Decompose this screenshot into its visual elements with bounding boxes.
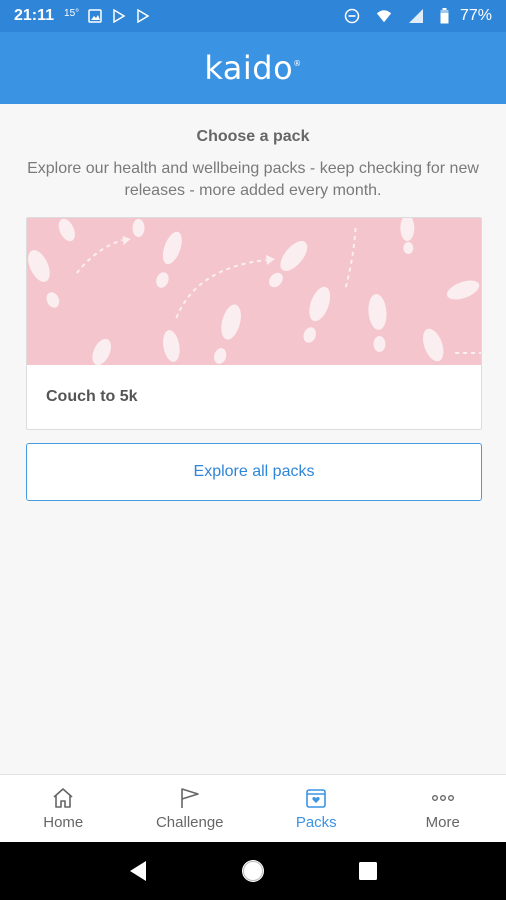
play-store-icon	[111, 8, 127, 24]
tab-home[interactable]: Home	[0, 775, 127, 842]
status-bar: 21:11 15° 77%	[0, 0, 506, 32]
recents-icon[interactable]	[353, 856, 383, 886]
status-time: 21:11	[14, 7, 55, 24]
pack-card-couch-to-5k[interactable]: Couch to 5k	[26, 217, 482, 430]
bottom-tab-bar: Home Challenge Packs More	[0, 774, 506, 842]
more-dots-icon	[430, 786, 456, 810]
tab-packs[interactable]: Packs	[253, 775, 380, 842]
battery-icon	[440, 8, 450, 24]
wifi-icon	[376, 8, 392, 24]
tab-more-label: More	[425, 814, 460, 831]
signal-icon	[408, 8, 424, 24]
play-store-icon	[135, 8, 151, 24]
do-not-disturb-icon	[344, 8, 360, 24]
status-temperature: 15°	[64, 7, 80, 19]
back-icon[interactable]	[123, 856, 153, 886]
tab-packs-label: Packs	[295, 814, 337, 831]
app-header: kaido®	[0, 32, 506, 104]
flag-icon	[177, 786, 203, 810]
tab-challenge[interactable]: Challenge	[127, 775, 254, 842]
footprints-illustration	[27, 218, 481, 365]
tab-home-label: Home	[43, 814, 84, 831]
page-title: Choose a pack	[196, 128, 310, 145]
system-nav-bar	[0, 842, 506, 900]
home-icon	[50, 786, 76, 810]
tab-more[interactable]: More	[380, 775, 506, 842]
page-description: Explore our health and wellbeing packs -…	[27, 160, 479, 199]
photo-icon	[87, 8, 103, 24]
explore-all-packs-button[interactable]: Explore all packs	[26, 443, 482, 501]
tab-challenge-label: Challenge	[155, 814, 224, 831]
pack-icon	[303, 786, 329, 810]
logo-registered-mark: ®	[293, 59, 302, 68]
battery-percentage: 77%	[459, 7, 492, 24]
pack-title: Couch to 5k	[46, 388, 138, 405]
main-content: Choose a pack Explore our health and wel…	[0, 104, 506, 774]
home-circle-icon[interactable]	[238, 856, 268, 886]
kaido-logo: kaido®	[204, 49, 301, 87]
logo-text: kaido	[204, 49, 294, 87]
